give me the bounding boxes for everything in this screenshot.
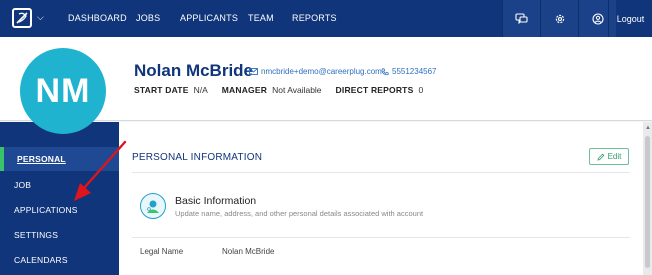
nav-jobs[interactable]: JOBS [136,13,160,23]
basic-info-icon [140,193,166,219]
sidebar: PERSONAL JOB APPLICATIONS SETTINGS CALEN… [0,122,119,275]
nav-dashboard[interactable]: DASHBOARD [68,13,127,23]
chat-icon [515,12,528,24]
user-circle-icon [591,12,604,25]
scroll-up-icon[interactable]: ▲ [645,125,651,131]
sidebar-item-calendars[interactable]: CALENDARS [0,248,119,272]
legal-name-value: Nolan McBride [222,247,275,256]
avatar: NM [20,48,106,134]
direct-reports-label: DIRECT REPORTS [335,85,414,95]
envelope-icon [249,68,258,75]
logout-button[interactable]: Logout [608,0,652,37]
phone-text: 5551234567 [392,67,437,76]
start-date-value: N/A [193,85,208,95]
chat-button[interactable] [502,0,540,37]
sidebar-item-personal[interactable]: PERSONAL [0,147,119,171]
chevron-down-icon[interactable]: ⌵ [37,12,44,23]
edit-button[interactable]: Edit [589,148,629,165]
sidebar-item-job[interactable]: JOB [0,173,119,197]
profile-meta: START DATE N/A MANAGER Not Available DIR… [134,85,432,95]
phone-link[interactable]: 5551234567 [381,67,437,76]
nav-reports[interactable]: REPORTS [292,13,337,23]
gear-icon [555,14,564,23]
basic-info-title[interactable]: Basic Information [175,195,256,207]
divider [132,237,630,238]
top-nav-bar: ⌵ DASHBOARD JOBS APPLICANTS TEAM REPORTS… [0,0,652,37]
nav-team[interactable]: TEAM [248,13,274,23]
manager-value: Not Available [272,85,322,95]
nav-applicants[interactable]: APPLICANTS [180,13,238,23]
manager-label: MANAGER [221,85,268,95]
phone-icon [381,67,389,75]
app-logo-icon[interactable] [12,8,32,28]
section-title: PERSONAL INFORMATION [132,152,263,163]
start-date-label: START DATE [134,85,189,95]
legal-name-label: Legal Name [140,247,184,256]
email-link[interactable]: nmcbride+demo@careerplug.com [249,67,382,76]
sidebar-item-settings[interactable]: SETTINGS [0,223,119,247]
direct-reports-value: 0 [418,85,424,95]
basic-info-subtitle: Update name, address, and other personal… [175,209,424,218]
email-text: nmcbride+demo@careerplug.com [261,67,382,76]
settings-button[interactable] [540,0,578,37]
profile-name: Nolan McBride [134,61,254,80]
scroll-thumb[interactable] [645,136,650,268]
pencil-icon [597,153,604,161]
edit-label: Edit [607,152,622,161]
divider [132,172,630,173]
sidebar-item-applications[interactable]: APPLICATIONS [0,198,119,222]
